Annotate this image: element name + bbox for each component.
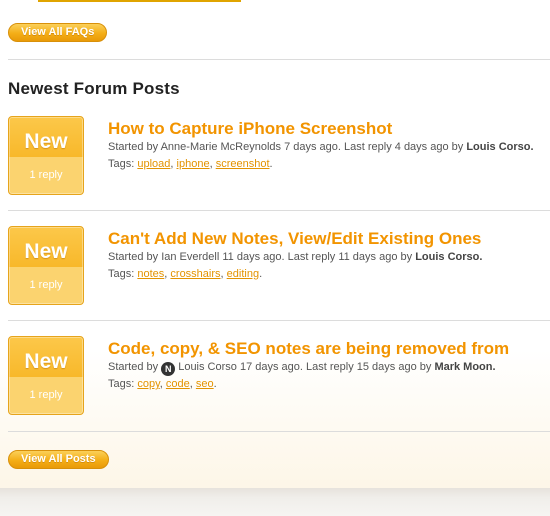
tag-link[interactable]: iphone bbox=[177, 158, 210, 170]
author-name: Ian Everdell bbox=[161, 251, 220, 263]
started-by-label: Started by bbox=[108, 141, 161, 153]
tag-link[interactable]: copy bbox=[137, 378, 159, 390]
post-tags: Tags: copy, code, seo. bbox=[108, 378, 217, 390]
forum-post: New 1 reply Code, copy, & SEO notes are … bbox=[8, 336, 550, 416]
new-badge[interactable]: New 1 reply bbox=[8, 336, 84, 415]
last-reply-author: Louis Corso. bbox=[466, 141, 534, 153]
started-by-label: Started by bbox=[108, 361, 162, 373]
started-ago: 7 days ago. Last reply 4 days ago by bbox=[281, 141, 467, 153]
page-bottom-shadow bbox=[0, 488, 550, 516]
section-divider bbox=[8, 431, 550, 432]
post-title-link[interactable]: Code, copy, & SEO notes are being remove… bbox=[108, 339, 509, 359]
new-badge[interactable]: New 1 reply bbox=[8, 116, 84, 195]
forum-post: New 1 reply How to Capture iPhone Screen… bbox=[8, 116, 550, 196]
post-tags: Tags: upload, iphone, screenshot. bbox=[108, 158, 273, 170]
tags-label: Tags: bbox=[108, 268, 138, 280]
section-divider bbox=[8, 59, 550, 60]
post-tags: Tags: notes, crosshairs, editing. bbox=[108, 268, 263, 280]
badge-new-label: New bbox=[24, 240, 68, 263]
post-meta: Started by N Louis Corso 17 days ago. Las… bbox=[108, 361, 496, 376]
forum-post: New 1 reply Can't Add New Notes, View/Ed… bbox=[8, 226, 550, 306]
last-reply-author: Louis Corso. bbox=[415, 251, 483, 263]
reply-count: 1 reply bbox=[29, 169, 63, 181]
tag-link[interactable]: upload bbox=[137, 158, 170, 170]
reply-count: 1 reply bbox=[29, 389, 63, 401]
started-ago: 11 days ago. Last reply 11 days ago by bbox=[219, 251, 416, 263]
tag-link[interactable]: code bbox=[166, 378, 190, 390]
author-name: Anne-Marie McReynolds bbox=[160, 141, 282, 153]
author-name: Louis Corso bbox=[178, 361, 237, 373]
user-avatar-icon[interactable]: N bbox=[161, 362, 176, 376]
post-title-link[interactable]: Can't Add New Notes, View/Edit Existing … bbox=[108, 229, 481, 249]
tag-link[interactable]: notes bbox=[137, 268, 164, 280]
section-title: Newest Forum Posts bbox=[8, 79, 180, 98]
started-ago: 17 days ago. Last reply 15 days ago by bbox=[236, 361, 435, 373]
post-meta: Started by Anne-Marie McReynolds 7 days … bbox=[108, 141, 534, 153]
tag-link[interactable]: seo bbox=[196, 378, 214, 390]
started-by-label: Started by bbox=[108, 251, 162, 263]
new-badge[interactable]: New 1 reply bbox=[8, 226, 84, 305]
tags-label: Tags: bbox=[108, 378, 138, 390]
last-reply-author: Mark Moon. bbox=[434, 361, 496, 373]
badge-new-label: New bbox=[24, 130, 68, 153]
truncated-link-underline bbox=[38, 0, 241, 2]
tag-link[interactable]: crosshairs bbox=[170, 268, 220, 280]
post-meta: Started by Ian Everdell 11 days ago. Las… bbox=[108, 251, 482, 263]
tag-link[interactable]: editing bbox=[227, 268, 259, 280]
view-all-faqs-button[interactable]: View All FAQs bbox=[8, 23, 108, 42]
tags-label: Tags: bbox=[108, 158, 138, 170]
view-all-posts-button[interactable]: View All Posts bbox=[8, 450, 109, 469]
tag-link[interactable]: screenshot bbox=[216, 158, 270, 170]
post-divider bbox=[8, 210, 550, 211]
badge-new-label: New bbox=[24, 350, 68, 373]
post-title-link[interactable]: How to Capture iPhone Screenshot bbox=[108, 119, 392, 139]
reply-count: 1 reply bbox=[29, 279, 63, 291]
post-divider bbox=[8, 320, 550, 321]
